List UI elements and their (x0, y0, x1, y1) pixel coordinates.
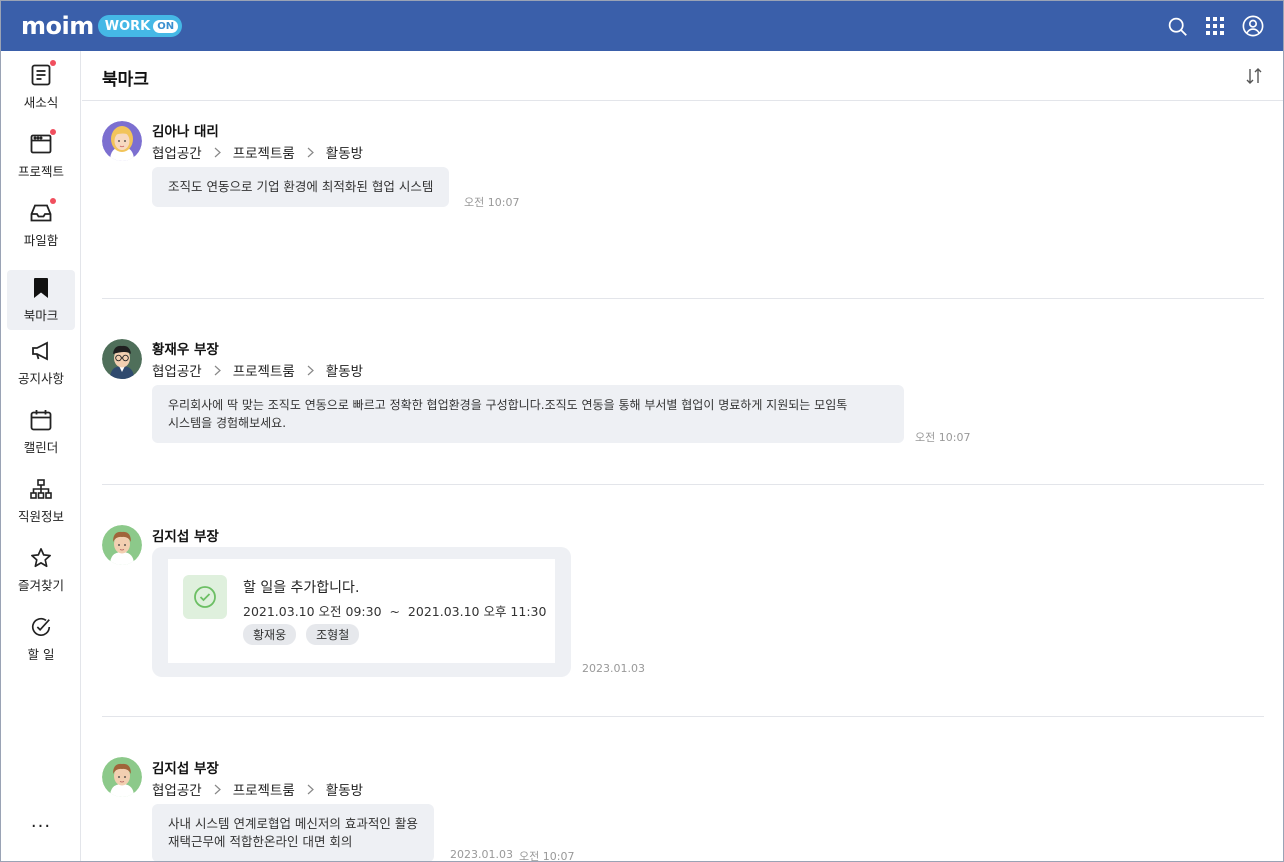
todo-date-range: 2021.03.10 오전 09:30 ~ 2021.03.10 오후 11:3… (243, 604, 547, 619)
main-content: 북마크 김아나 대리 협업공간 프로젝트룸 활동방 조직도 연동으로 기업 환경… (82, 51, 1283, 861)
new-badge-dot (50, 198, 56, 204)
breadcrumb: 협업공간 프로젝트룸 활동방 (152, 779, 363, 799)
author-name: 황재우 부장 (152, 342, 219, 358)
search-icon[interactable] (1165, 14, 1189, 38)
chevron-right-icon (307, 147, 314, 158)
chevron-right-icon (214, 365, 221, 376)
sidebar-item-files[interactable]: 파일함 (7, 195, 75, 255)
sidebar-item-label: 공지사항 (17, 371, 64, 386)
breadcrumb-item[interactable]: 프로젝트룸 (233, 360, 295, 380)
user-profile-icon[interactable] (1241, 14, 1265, 38)
todo-title: 할 일을 추가합니다. (243, 580, 360, 596)
inbox-tray-icon (29, 198, 56, 225)
breadcrumb: 협업공간 프로젝트룸 활동방 (152, 142, 363, 162)
message-time: 오전 10:07 (464, 196, 520, 209)
sidebar-item-notice[interactable]: 공지사항 (7, 333, 75, 393)
sidebar-item-todo[interactable]: 할 일 (7, 609, 75, 669)
message-line: 시스템을 경험해보세요. (168, 416, 287, 430)
top-header: moim WORK ON (1, 1, 1283, 51)
sidebar-item-bookmark[interactable]: 북마크 (7, 270, 75, 330)
sidebar-item-label: 파일함 (23, 233, 59, 248)
avatar (102, 757, 142, 797)
message-time: 오전 10:07 (519, 850, 575, 862)
sidebar-item-label: 직원정보 (17, 509, 64, 524)
apps-grid-icon[interactable] (1203, 14, 1227, 38)
bookmark-feed: 김아나 대리 협업공간 프로젝트룸 활동방 조직도 연동으로 기업 환경에 최적… (102, 101, 1264, 862)
breadcrumb-item[interactable]: 프로젝트룸 (233, 779, 295, 799)
megaphone-icon (29, 339, 53, 363)
sidebar-item-label: 즐겨찾기 (17, 578, 64, 593)
author-name: 김지섭 부장 (152, 529, 219, 545)
message-bubble[interactable]: 사내 시스템 연계로협업 메신저의 효과적인 활용 재택근무에 적합한온라인 대… (152, 804, 434, 861)
message-date: 2023.01.03 (450, 848, 513, 861)
page-header: 북마크 (82, 51, 1283, 101)
check-circle-icon (29, 615, 53, 639)
project-icon (29, 129, 56, 156)
avatar (102, 525, 142, 565)
news-icon (29, 60, 56, 87)
header-actions (1165, 14, 1265, 38)
sidebar-item-label: 새소식 (23, 95, 59, 110)
breadcrumb-item[interactable]: 활동방 (326, 142, 363, 162)
chevron-right-icon (307, 784, 314, 795)
chevron-right-icon (214, 147, 221, 158)
message-date: 2023.01.03 (582, 662, 645, 675)
bookmark-post[interactable]: 황재우 부장 협업공간 프로젝트룸 활동방 우리회사에 딱 맞는 조직도 연동으… (102, 299, 1264, 485)
breadcrumb-item[interactable]: 활동방 (326, 360, 363, 380)
logo-on-text: ON (153, 19, 179, 33)
sidebar-item-label: 북마크 (23, 308, 59, 323)
todo-check-icon (183, 575, 227, 619)
bookmark-post[interactable]: 김아나 대리 협업공간 프로젝트룸 활동방 조직도 연동으로 기업 환경에 최적… (102, 101, 1264, 299)
sidebar-item-staff[interactable]: 직원정보 (7, 471, 75, 531)
bookmark-post[interactable]: 김지섭 부장 할 일을 추가합니다. 2021.03.10 오전 09:30 ~… (102, 485, 1264, 717)
app-window: moim WORK ON 새소식 프로젝트 파일함 북마크 공지사항 캘린더 직… (0, 0, 1284, 862)
avatar (102, 121, 142, 161)
breadcrumb: 협업공간 프로젝트룸 활동방 (152, 360, 363, 380)
bookmark-post[interactable]: 김지섭 부장 협업공간 프로젝트룸 활동방 사내 시스템 연계로협업 메신저의 … (102, 717, 1264, 862)
todo-assignees: 황재웅 조형철 (243, 624, 360, 645)
breadcrumb-item[interactable]: 프로젝트룸 (233, 142, 295, 162)
message-bubble[interactable]: 조직도 연동으로 기업 환경에 최적화된 협업 시스템 (152, 167, 450, 207)
todo-bubble[interactable]: 할 일을 추가합니다. 2021.03.10 오전 09:30 ~ 2021.0… (152, 547, 571, 677)
logo-badge: WORK ON (97, 15, 183, 37)
org-chart-icon (29, 477, 53, 501)
sidebar-item-favorites[interactable]: 즐겨찾기 (7, 540, 75, 600)
author-name: 김아나 대리 (152, 124, 219, 140)
sidebar-item-project[interactable]: 프로젝트 (7, 126, 75, 186)
avatar (102, 339, 142, 379)
logo-work-text: WORK (104, 18, 151, 34)
new-badge-dot (50, 129, 56, 135)
bookmark-icon (29, 276, 53, 300)
todo-card[interactable]: 할 일을 추가합니다. 2021.03.10 오전 09:30 ~ 2021.0… (168, 559, 555, 663)
message-line: 우리회사에 딱 맞는 조직도 연동으로 빠르고 정확한 협업환경을 구성합니다.… (168, 398, 848, 412)
chevron-right-icon (214, 784, 221, 795)
new-badge-dot (50, 60, 56, 66)
breadcrumb-item[interactable]: 활동방 (326, 779, 363, 799)
star-icon (29, 546, 53, 570)
page-title: 북마크 (102, 70, 149, 90)
logo-text: moim (21, 12, 94, 40)
sidebar-nav: 새소식 프로젝트 파일함 북마크 공지사항 캘린더 직원정보 즐겨찾기 할 일 … (1, 51, 81, 861)
assignee-tag[interactable]: 황재웅 (243, 624, 297, 645)
sidebar-item-calendar[interactable]: 캘린더 (7, 402, 75, 462)
breadcrumb-item[interactable]: 협업공간 (152, 779, 202, 799)
logo[interactable]: moim WORK ON (21, 11, 183, 41)
sidebar-item-label: 할 일 (27, 647, 55, 662)
author-name: 김지섭 부장 (152, 761, 219, 777)
breadcrumb-item[interactable]: 협업공간 (152, 360, 202, 380)
message-time: 오전 10:07 (915, 431, 971, 444)
assignee-tag[interactable]: 조형철 (306, 624, 360, 645)
calendar-icon (29, 408, 53, 432)
sort-arrows-icon[interactable] (1243, 65, 1265, 87)
message-line: 재택근무에 적합한온라인 대면 회의 (168, 834, 353, 849)
sidebar-item-label: 프로젝트 (17, 164, 64, 179)
more-menu-button[interactable]: ··· (7, 811, 75, 841)
message-line: 사내 시스템 연계로협업 메신저의 효과적인 활용 (168, 816, 418, 831)
message-bubble[interactable]: 우리회사에 딱 맞는 조직도 연동으로 빠르고 정확한 협업환경을 구성합니다.… (152, 385, 904, 443)
breadcrumb-item[interactable]: 협업공간 (152, 142, 202, 162)
sidebar-item-news[interactable]: 새소식 (7, 57, 75, 117)
chevron-right-icon (307, 365, 314, 376)
sidebar-item-label: 캘린더 (23, 440, 59, 455)
